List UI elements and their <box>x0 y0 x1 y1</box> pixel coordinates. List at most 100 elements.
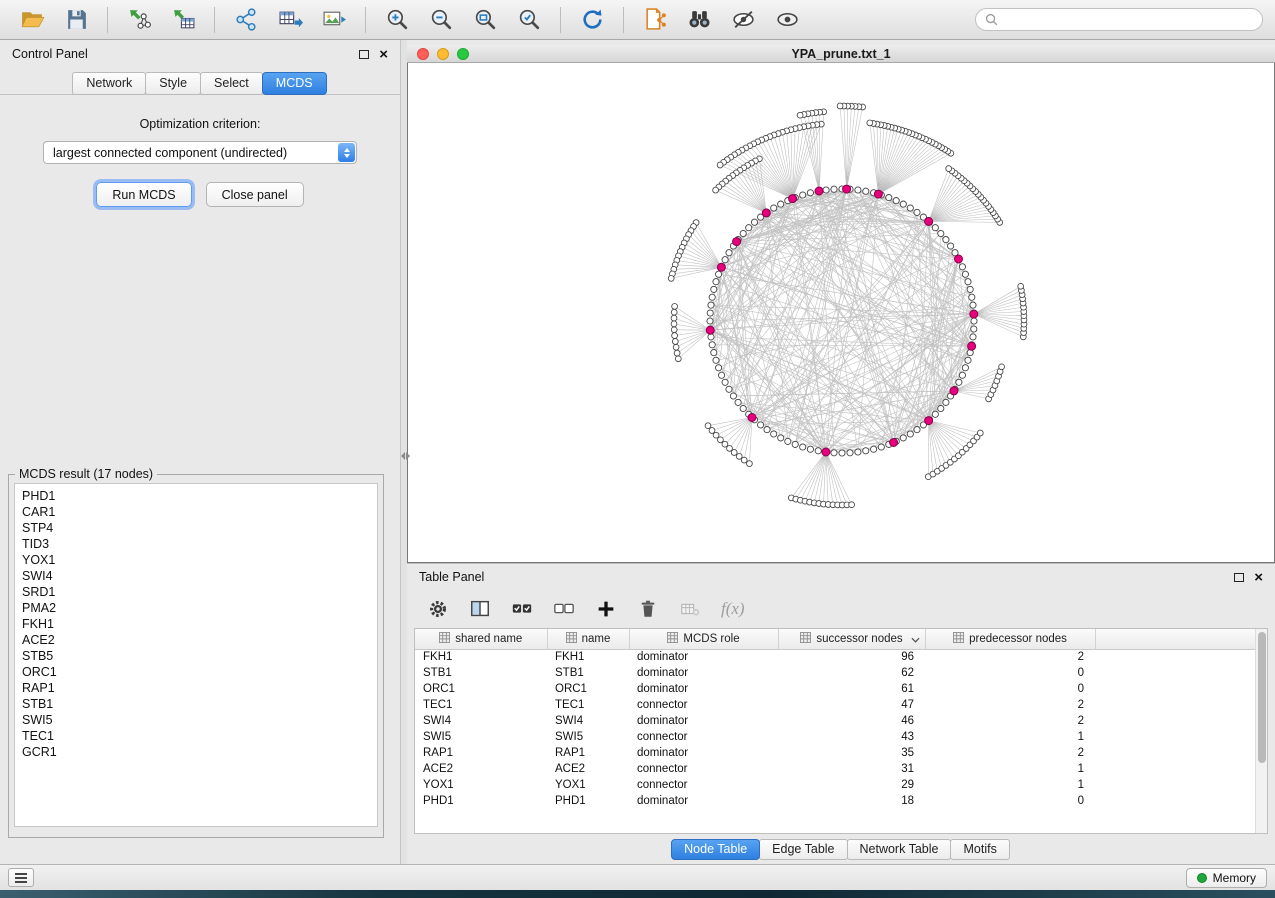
share-document-button[interactable] <box>635 4 675 36</box>
run-mcds-button[interactable]: Run MCDS <box>96 182 191 207</box>
mcds-result-item[interactable]: STB1 <box>22 696 370 712</box>
table-row[interactable]: PHD1PHD1dominator180 <box>415 793 1255 809</box>
export-table-button[interactable] <box>270 4 310 36</box>
mcds-result-item[interactable]: YOX1 <box>22 552 370 568</box>
refresh-button[interactable] <box>572 4 612 36</box>
tab-network-table[interactable]: Network Table <box>847 839 952 860</box>
save-session-button[interactable] <box>56 4 96 36</box>
show-details-button[interactable] <box>767 4 807 36</box>
search-input[interactable] <box>1004 13 1253 27</box>
selected-criterion: largest connected component (undirected) <box>53 146 287 160</box>
table-row[interactable]: SWI4SWI4dominator462 <box>415 713 1255 729</box>
chevron-down-icon[interactable] <box>911 635 920 647</box>
table-scrollbar[interactable] <box>1255 629 1267 833</box>
cell-filler <box>1095 729 1255 745</box>
mcds-result-item[interactable]: SWI4 <box>22 568 370 584</box>
export-table-icon <box>278 7 303 32</box>
mcds-result-item[interactable]: GCR1 <box>22 744 370 760</box>
mcds-result-item[interactable]: TID3 <box>22 536 370 552</box>
export-network-button[interactable] <box>226 4 266 36</box>
toolbar-separator <box>623 7 624 33</box>
mcds-result-item[interactable]: PHD1 <box>22 488 370 504</box>
mcds-result-item[interactable]: ACE2 <box>22 632 370 648</box>
table-settings-button[interactable] <box>427 598 449 620</box>
column-header-successor-nodes[interactable]: successor nodes <box>778 629 925 649</box>
import-network-button[interactable] <box>119 4 159 36</box>
unselect-all-icon <box>553 598 575 620</box>
status-bar: Memory <box>0 864 1275 890</box>
table-row[interactable]: RAP1RAP1dominator352 <box>415 745 1255 761</box>
mcds-result-item[interactable]: STP4 <box>22 520 370 536</box>
scrollbar-thumb[interactable] <box>1258 632 1266 763</box>
table-row[interactable]: SWI5SWI5connector431 <box>415 729 1255 745</box>
maximize-window-icon[interactable] <box>457 48 469 60</box>
splitter-handle-icon[interactable] <box>401 452 410 460</box>
tab-select[interactable]: Select <box>200 72 263 95</box>
memory-button[interactable]: Memory <box>1186 868 1267 888</box>
mcds-result-item[interactable]: SRD1 <box>22 584 370 600</box>
mcds-result-list[interactable]: PHD1CAR1STP4TID3YOX1SWI4SRD1PMA2FKH1ACE2… <box>14 483 378 827</box>
table-row[interactable]: YOX1YOX1connector291 <box>415 777 1255 793</box>
close-panel-icon[interactable]: × <box>379 47 388 62</box>
cell-shared-name: FKH1 <box>415 649 547 665</box>
cell-name: YOX1 <box>547 777 629 793</box>
zoom-fit-button[interactable] <box>465 4 505 36</box>
zoom-fit-icon <box>473 7 498 32</box>
minimize-window-icon[interactable] <box>437 48 449 60</box>
open-session-button[interactable] <box>12 4 52 36</box>
mcds-result-item[interactable]: SWI5 <box>22 712 370 728</box>
zoom-selected-button[interactable] <box>509 4 549 36</box>
open-folder-icon <box>20 7 45 32</box>
tab-mcds[interactable]: MCDS <box>262 72 327 95</box>
optimization-criterion-select[interactable]: largest connected component (undirected) <box>43 141 357 164</box>
menu-button[interactable] <box>8 868 34 887</box>
import-table-button[interactable] <box>163 4 203 36</box>
mcds-result-item[interactable]: TEC1 <box>22 728 370 744</box>
attribute-grid-icon <box>800 633 816 645</box>
column-header-name[interactable]: name <box>547 629 629 649</box>
show-columns-button[interactable] <box>469 598 491 620</box>
mcds-result-item[interactable]: PMA2 <box>22 600 370 616</box>
vertical-splitter[interactable] <box>401 40 407 864</box>
control-panel-tabs: Network Style Select MCDS <box>0 68 400 95</box>
table-row[interactable]: ACE2ACE2connector311 <box>415 761 1255 777</box>
float-table-panel-icon[interactable] <box>1234 573 1244 582</box>
network-graph[interactable] <box>408 63 1274 561</box>
export-image-button[interactable] <box>314 4 354 36</box>
hide-details-button[interactable] <box>723 4 763 36</box>
close-table-panel-icon[interactable]: × <box>1254 570 1263 585</box>
mcds-result-item[interactable]: FKH1 <box>22 616 370 632</box>
tab-motifs[interactable]: Motifs <box>950 839 1009 860</box>
close-window-icon[interactable] <box>417 48 429 60</box>
tab-node-table[interactable]: Node Table <box>671 839 760 860</box>
unselect-all-button[interactable] <box>553 598 575 620</box>
column-header-predecessor-nodes[interactable]: predecessor nodes <box>925 629 1095 649</box>
tab-edge-table[interactable]: Edge Table <box>759 839 847 860</box>
column-header-mcds-role[interactable]: MCDS role <box>629 629 778 649</box>
mcds-result-item[interactable]: RAP1 <box>22 680 370 696</box>
search-field[interactable] <box>975 8 1263 31</box>
mcds-result-item[interactable]: STB5 <box>22 648 370 664</box>
mcds-result-item[interactable]: CAR1 <box>22 504 370 520</box>
zoom-out-button[interactable] <box>421 4 461 36</box>
delete-column-button[interactable] <box>637 598 659 620</box>
close-panel-button[interactable]: Close panel <box>206 182 304 207</box>
select-all-button[interactable] <box>511 598 533 620</box>
table-row[interactable]: STB1STB1dominator620 <box>415 665 1255 681</box>
cell-filler <box>1095 681 1255 697</box>
tab-network[interactable]: Network <box>72 72 146 95</box>
tab-style[interactable]: Style <box>145 72 201 95</box>
network-canvas[interactable] <box>407 63 1275 563</box>
mcds-result-item[interactable]: ORC1 <box>22 664 370 680</box>
add-column-button[interactable] <box>595 598 617 620</box>
import-network-icon <box>127 7 152 32</box>
zoom-in-button[interactable] <box>377 4 417 36</box>
table-row[interactable]: TEC1TEC1connector472 <box>415 697 1255 713</box>
search-network-button[interactable] <box>679 4 719 36</box>
column-header-shared-name[interactable]: shared name <box>415 629 547 649</box>
network-window-titlebar[interactable]: YPA_prune.txt_1 <box>407 45 1275 63</box>
table-row[interactable]: ORC1ORC1dominator610 <box>415 681 1255 697</box>
float-panel-icon[interactable] <box>359 50 369 59</box>
table-row[interactable]: FKH1FKH1dominator962 <box>415 649 1255 665</box>
cell-name: ACE2 <box>547 761 629 777</box>
